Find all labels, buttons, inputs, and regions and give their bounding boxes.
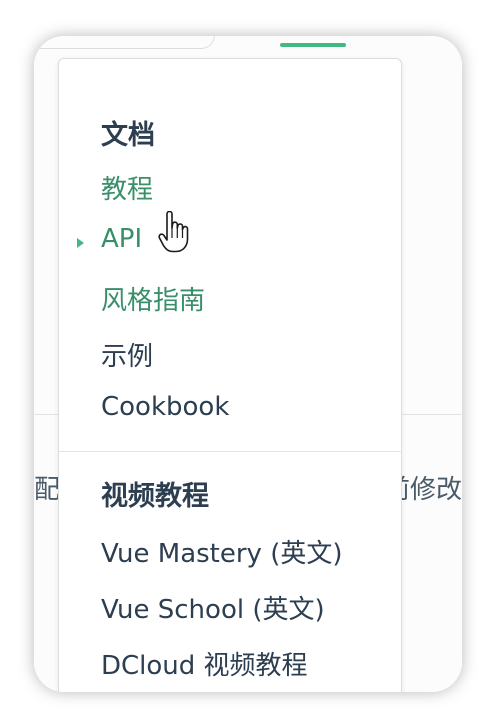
background-text-left: 配 xyxy=(34,475,61,505)
menu-item-examples[interactable]: 示例 xyxy=(101,336,153,373)
docs-dropdown-menu: 文档 教程 API 风格指南 示例 Cookbook 视频教程 Vue Mast… xyxy=(58,58,402,692)
group-divider xyxy=(59,451,401,452)
menu-item-api[interactable]: API xyxy=(101,224,142,254)
screenshot-frame: 配 前修改 文档 教程 API 风格指南 示例 Cookbook 视频教程 Vu… xyxy=(34,36,462,692)
menu-item-dcloud-video[interactable]: DCloud 视频教程 xyxy=(101,645,308,682)
menu-item-style-guide[interactable]: 风格指南 xyxy=(101,280,205,317)
group-title-docs: 文档 xyxy=(101,120,155,151)
hand-pointer-icon xyxy=(158,211,189,253)
group-title-video-tutorials: 视频教程 xyxy=(101,481,209,512)
menu-item-vue-school[interactable]: Vue School (英文) xyxy=(101,589,325,626)
search-box-edge xyxy=(34,36,215,49)
menu-item-cookbook[interactable]: Cookbook xyxy=(101,392,229,422)
triangle-right-icon xyxy=(77,238,84,248)
menu-item-tutorial[interactable]: 教程 xyxy=(101,169,153,206)
menu-item-vue-mastery[interactable]: Vue Mastery (英文) xyxy=(101,533,343,570)
active-nav-underline xyxy=(280,43,346,47)
